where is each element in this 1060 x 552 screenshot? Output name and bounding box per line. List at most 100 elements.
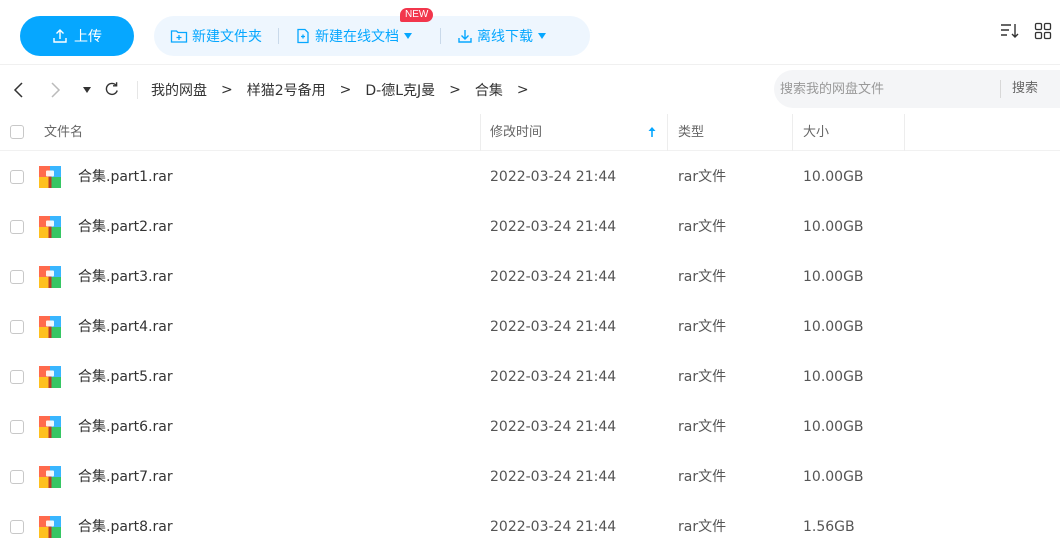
- column-header-modified[interactable]: 修改时间: [490, 114, 542, 151]
- toolbar: 上传 新建文件夹 新建在线文档 离线下载 NEW: [0, 0, 1060, 64]
- file-name[interactable]: 合集.part2.rar: [78, 202, 173, 252]
- row-checkbox[interactable]: [10, 320, 24, 334]
- offline-download-button[interactable]: 离线下载: [457, 16, 546, 56]
- file-size: 10.00GB: [803, 469, 864, 485]
- file-name[interactable]: 合集.part1.rar: [78, 152, 173, 202]
- file-name[interactable]: 合集.part6.rar: [78, 402, 173, 452]
- breadcrumb-separator: >: [449, 82, 461, 98]
- column-header-name[interactable]: 文件名: [44, 114, 83, 151]
- column-divider: [792, 114, 793, 151]
- toolbar-divider: [278, 28, 279, 44]
- breadcrumb-separator: >: [516, 82, 529, 98]
- file-name[interactable]: 合集.part8.rar: [78, 502, 173, 552]
- file-type: rar文件: [678, 169, 727, 185]
- file-list: 合集.part1.rar 2022-03-24 21:44 rar文件 10.0…: [0, 152, 1060, 552]
- breadcrumb-separator: >: [339, 82, 352, 98]
- file-name[interactable]: 合集.part4.rar: [78, 302, 173, 352]
- new-doc-icon: [297, 28, 309, 44]
- new-badge: NEW: [400, 8, 434, 22]
- search-box: 搜索: [774, 70, 1060, 108]
- file-type: rar文件: [678, 269, 727, 285]
- view-controls: [1000, 22, 1052, 40]
- file-modified: 2022-03-24 21:44: [490, 219, 617, 235]
- download-icon: [458, 30, 472, 43]
- file-size: 10.00GB: [803, 419, 864, 435]
- file-size: 10.00GB: [803, 369, 864, 385]
- sort-icon[interactable]: [1000, 22, 1020, 40]
- file-modified: 2022-03-24 21:44: [490, 419, 617, 435]
- rar-archive-icon: [39, 516, 61, 538]
- search-button[interactable]: 搜索: [1012, 70, 1038, 108]
- breadcrumb: 我的网盘 > 样猫2号备用 > D-德L克J曼 > 合集 >: [151, 65, 543, 115]
- file-size: 1.56GB: [803, 519, 855, 535]
- new-online-doc-label: 新建在线文档: [315, 29, 399, 45]
- breadcrumb-item[interactable]: 我的网盘: [151, 80, 207, 100]
- table-row[interactable]: 合集.part5.rar 2022-03-24 21:44 rar文件 10.0…: [0, 352, 1060, 402]
- rar-archive-icon: [39, 366, 61, 388]
- rar-archive-icon: [39, 416, 61, 438]
- row-checkbox[interactable]: [10, 370, 24, 384]
- toolbar-divider: [440, 28, 441, 44]
- select-all-checkbox[interactable]: [10, 125, 24, 139]
- row-checkbox[interactable]: [10, 220, 24, 234]
- breadcrumb-item-current[interactable]: 合集: [475, 80, 503, 100]
- table-row[interactable]: 合集.part8.rar 2022-03-24 21:44 rar文件 1.56…: [0, 502, 1060, 552]
- file-modified: 2022-03-24 21:44: [490, 469, 617, 485]
- file-modified: 2022-03-24 21:44: [490, 369, 617, 385]
- file-modified: 2022-03-24 21:44: [490, 269, 617, 285]
- file-type: rar文件: [678, 469, 727, 485]
- new-folder-button[interactable]: 新建文件夹: [170, 16, 262, 56]
- forward-icon[interactable]: [48, 79, 62, 101]
- history-dropdown-icon[interactable]: [82, 85, 92, 95]
- file-size: 10.00GB: [803, 269, 864, 285]
- row-checkbox[interactable]: [10, 270, 24, 284]
- file-type: rar文件: [678, 369, 727, 385]
- nav-divider: [137, 81, 138, 99]
- table-row[interactable]: 合集.part6.rar 2022-03-24 21:44 rar文件 10.0…: [0, 402, 1060, 452]
- row-checkbox[interactable]: [10, 520, 24, 534]
- row-checkbox[interactable]: [10, 420, 24, 434]
- chevron-down-icon: [538, 33, 546, 39]
- upload-button[interactable]: 上传: [20, 16, 134, 56]
- table-row[interactable]: 合集.part1.rar 2022-03-24 21:44 rar文件 10.0…: [0, 152, 1060, 202]
- new-folder-label: 新建文件夹: [192, 29, 262, 45]
- column-divider: [480, 114, 481, 151]
- table-row[interactable]: 合集.part7.rar 2022-03-24 21:44 rar文件 10.0…: [0, 452, 1060, 502]
- rar-archive-icon: [39, 266, 61, 288]
- file-size: 10.00GB: [803, 319, 864, 335]
- rar-archive-icon: [39, 466, 61, 488]
- breadcrumb-separator: >: [221, 82, 233, 98]
- column-header-type[interactable]: 类型: [678, 114, 704, 151]
- row-checkbox[interactable]: [10, 470, 24, 484]
- table-header: 文件名 修改时间 类型 大小: [0, 114, 1060, 151]
- row-checkbox[interactable]: [10, 170, 24, 184]
- breadcrumb-item[interactable]: D-德L克J曼: [365, 80, 435, 100]
- upload-icon: [53, 29, 67, 43]
- file-name[interactable]: 合集.part3.rar: [78, 252, 173, 302]
- file-size: 10.00GB: [803, 169, 864, 185]
- rar-archive-icon: [39, 316, 61, 338]
- file-modified: 2022-03-24 21:44: [490, 319, 617, 335]
- chevron-down-icon: [404, 33, 412, 39]
- table-row[interactable]: 合集.part3.rar 2022-03-24 21:44 rar文件 10.0…: [0, 252, 1060, 302]
- file-type: rar文件: [678, 419, 727, 435]
- file-type: rar文件: [678, 319, 727, 335]
- grid-view-icon[interactable]: [1034, 22, 1052, 40]
- back-icon[interactable]: [12, 79, 26, 101]
- file-name[interactable]: 合集.part7.rar: [78, 452, 173, 502]
- file-modified: 2022-03-24 21:44: [490, 169, 617, 185]
- search-input[interactable]: [780, 70, 990, 108]
- action-group: 新建文件夹 新建在线文档 离线下载: [154, 16, 590, 56]
- sort-ascending-icon[interactable]: [647, 126, 657, 138]
- table-row[interactable]: 合集.part2.rar 2022-03-24 21:44 rar文件 10.0…: [0, 202, 1060, 252]
- file-name[interactable]: 合集.part5.rar: [78, 352, 173, 402]
- nav-bar: 我的网盘 > 样猫2号备用 > D-德L克J曼 > 合集 > 搜索: [0, 64, 1060, 114]
- breadcrumb-item[interactable]: 样猫2号备用: [247, 80, 326, 100]
- new-online-doc-button[interactable]: 新建在线文档: [295, 16, 412, 56]
- column-header-size[interactable]: 大小: [803, 114, 829, 151]
- rar-archive-icon: [39, 216, 61, 238]
- rar-archive-icon: [39, 166, 61, 188]
- table-row[interactable]: 合集.part4.rar 2022-03-24 21:44 rar文件 10.0…: [0, 302, 1060, 352]
- file-size: 10.00GB: [803, 219, 864, 235]
- refresh-icon[interactable]: [104, 81, 120, 97]
